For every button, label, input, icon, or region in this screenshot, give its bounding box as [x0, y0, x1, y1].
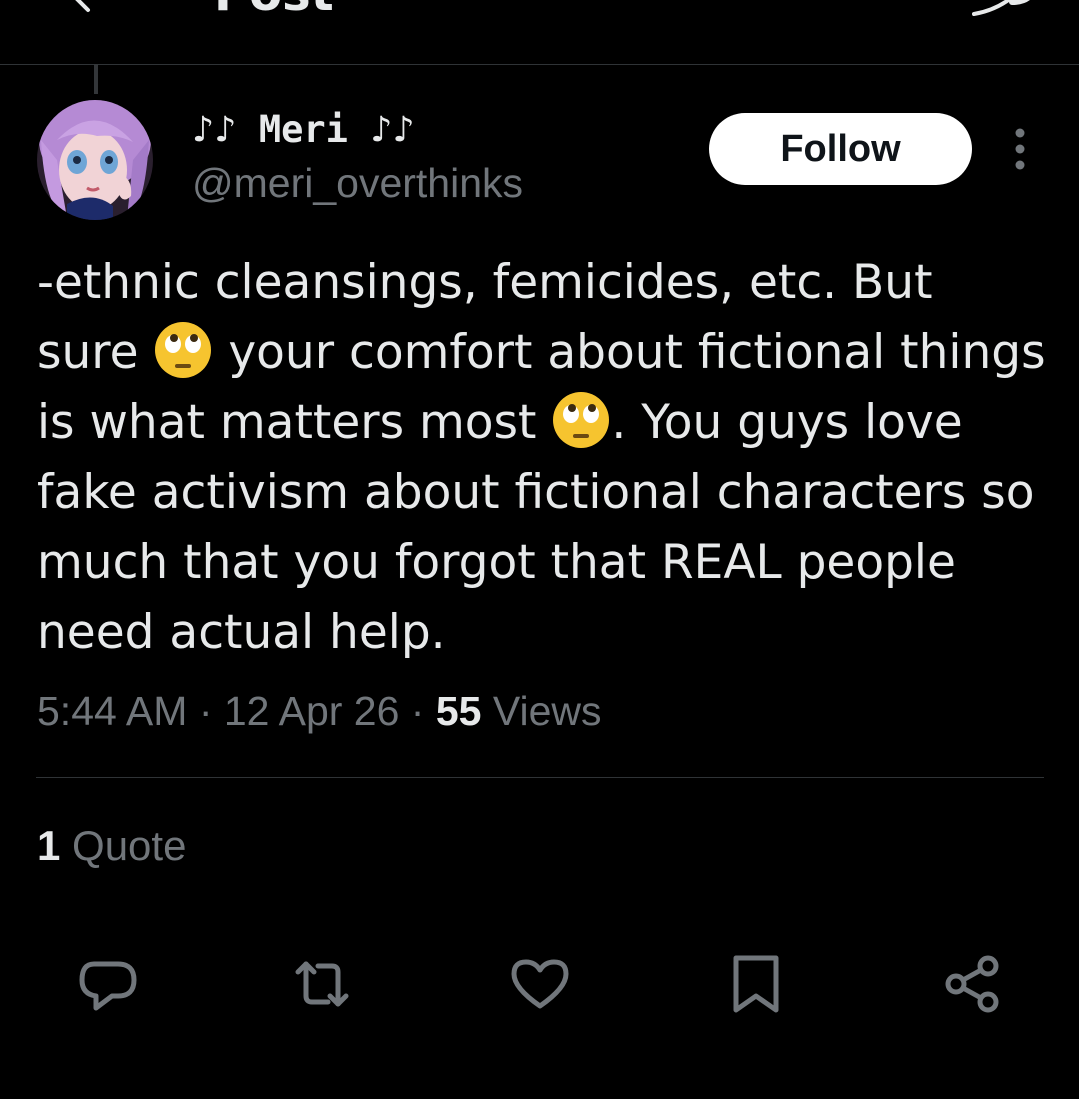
top-bar: Post: [0, 0, 1079, 65]
author-display-name[interactable]: ♪♪ Meri ♪♪: [192, 108, 415, 151]
grok-icon[interactable]: [968, 0, 1038, 20]
back-arrow-icon[interactable]: [66, 0, 106, 18]
author-handle[interactable]: @meri_overthinks: [192, 160, 523, 207]
rolling-eyes-emoji-icon: [153, 320, 213, 380]
follow-button[interactable]: Follow: [709, 113, 972, 185]
repost-icon[interactable]: [290, 952, 354, 1016]
post-time[interactable]: 5:44 AM: [37, 688, 187, 734]
reply-icon[interactable]: [76, 952, 140, 1016]
post-text: -ethnic cleansings, femicides, etc. But …: [37, 248, 1047, 668]
views-count: 55: [435, 688, 482, 734]
more-vertical-icon[interactable]: [1004, 126, 1036, 172]
bookmark-icon[interactable]: [724, 952, 788, 1016]
quotes-count: 1: [37, 822, 61, 869]
page-title: Post: [214, 0, 334, 22]
views-label: Views: [492, 688, 602, 734]
post-metadata: 5:44 AM · 12 Apr 26 · 55 Views: [37, 688, 602, 734]
rolling-eyes-emoji-icon: [551, 390, 611, 450]
quotes-label: Quote: [72, 822, 187, 869]
avatar[interactable]: [37, 100, 153, 220]
quotes-stat[interactable]: 1 Quote: [37, 822, 186, 870]
divider: [36, 777, 1044, 778]
share-icon[interactable]: [940, 952, 1004, 1016]
thread-line: [94, 64, 98, 94]
post-date[interactable]: 12 Apr 26: [224, 688, 400, 734]
like-icon[interactable]: [508, 952, 572, 1016]
